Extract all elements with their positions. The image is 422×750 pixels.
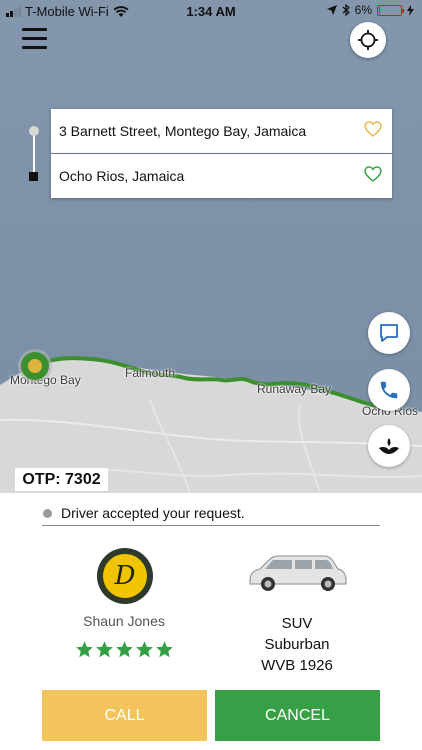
- chat-bubble-icon: [380, 324, 398, 342]
- battery-icon: [377, 4, 404, 16]
- star-icon: [116, 641, 133, 658]
- star-icon: [156, 641, 173, 658]
- destination-address-field[interactable]: Ocho Rios, Jamaica: [51, 154, 392, 198]
- battery-percent: 6%: [354, 3, 372, 17]
- driver-name: Shaun Jones: [83, 613, 165, 629]
- driver-avatar-letter: D: [103, 554, 147, 598]
- route-connector: [33, 131, 35, 175]
- vehicle-model: Suburban: [264, 636, 330, 653]
- star-icon: [136, 641, 153, 658]
- vehicle-plate: WVB 1926: [261, 657, 333, 674]
- chat-button[interactable]: [368, 312, 410, 354]
- crosshair-icon: [358, 30, 378, 50]
- share-trip-icon: [379, 438, 399, 454]
- trip-status-row: Driver accepted your request.: [42, 501, 380, 526]
- map-label-falmouth: Falmouth: [125, 366, 176, 380]
- map-label-runaway-bay: Runaway Bay: [257, 382, 332, 396]
- trip-status-text: Driver accepted your request.: [61, 505, 245, 521]
- call-button[interactable]: CALL: [42, 690, 207, 741]
- origin-marker-icon[interactable]: [17, 348, 53, 384]
- cancel-button[interactable]: CANCEL: [215, 690, 380, 741]
- destination-square: [29, 172, 38, 181]
- otp-badge: OTP: 7302: [15, 468, 108, 491]
- bluetooth-icon: [342, 4, 350, 16]
- vehicle-info: SUV Suburban WVB 1926: [238, 613, 356, 676]
- locate-me-button[interactable]: [350, 22, 386, 58]
- status-bar: T-Mobile Wi-Fi 1:34 AM 6%: [0, 0, 422, 22]
- destination-address-text: Ocho Rios, Jamaica: [59, 168, 185, 184]
- map-view[interactable]: Montego Bay Falmouth Runaway Bay Ocho Ri…: [0, 0, 422, 493]
- driver-avatar: D: [97, 548, 153, 604]
- origin-address-text: 3 Barnett Street, Montego Bay, Jamaica: [59, 123, 307, 139]
- phone-icon: [380, 381, 398, 399]
- vehicle-suv-icon: [249, 555, 347, 591]
- favorite-origin-heart-icon[interactable]: [364, 121, 382, 137]
- origin-address-field[interactable]: 3 Barnett Street, Montego Bay, Jamaica: [51, 109, 392, 153]
- trip-details-sheet: Driver accepted your request. D Shaun Jo…: [0, 493, 422, 750]
- status-dot: [43, 508, 52, 518]
- origin-dot: [29, 126, 39, 136]
- location-arrow-icon: [326, 5, 337, 15]
- favorite-destination-heart-icon[interactable]: [364, 166, 382, 182]
- map-land: [0, 356, 422, 493]
- share-trip-button[interactable]: [368, 425, 410, 467]
- driver-rating: [75, 640, 174, 659]
- vehicle-type: SUV: [281, 615, 313, 632]
- star-icon: [96, 641, 113, 658]
- phone-button[interactable]: [368, 369, 410, 411]
- hamburger-icon[interactable]: [22, 28, 50, 52]
- charging-bolt-icon: [407, 4, 414, 16]
- star-icon: [76, 641, 93, 658]
